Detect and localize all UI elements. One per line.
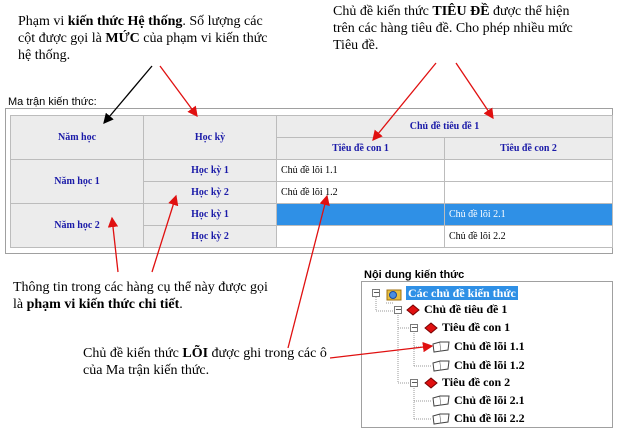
arrow-to-hoc-ky-2: [151, 194, 179, 273]
arrow-to-tree-core: [329, 341, 434, 359]
arrow-to-chu-de-tieu-de: [455, 62, 494, 120]
arrow-to-nam-hoc-2: [107, 216, 119, 273]
arrow-to-hoc-ky: [159, 65, 198, 118]
arrow-to-tieu-de-con-1: [372, 62, 437, 142]
arrow-to-nam-hoc: [103, 65, 153, 124]
arrow-to-core-cell: [287, 194, 330, 349]
annotation-arrows: [103, 62, 494, 359]
